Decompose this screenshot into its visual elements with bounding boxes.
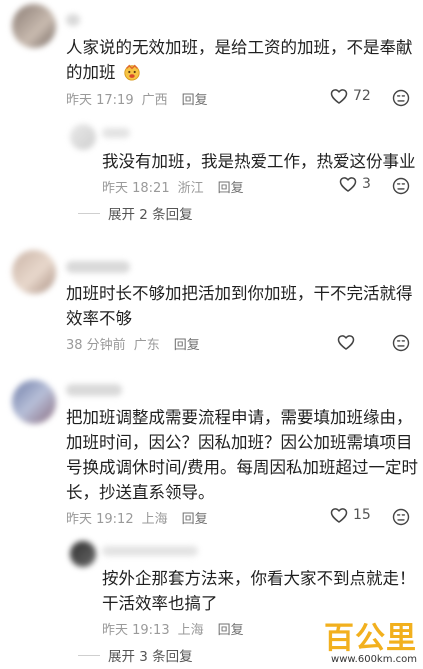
username[interactable] <box>102 128 130 138</box>
heart-icon <box>329 505 349 525</box>
reply-meta: 昨天 19:13 上海 回复 <box>102 619 244 638</box>
username[interactable] <box>66 384 122 396</box>
reply-button[interactable]: 回复 <box>218 177 244 196</box>
reply-meta: 昨天 18:21 浙江 回复 <box>102 177 244 196</box>
comment-text-line: 号换成调休时间/费用。每周因私加班超过一定时 <box>66 458 419 477</box>
like-count: 72 <box>353 88 371 104</box>
location: 上海 <box>141 512 168 527</box>
reply-text-line: 我没有加班，我是热爱工作，热爱这份事业 <box>102 152 416 171</box>
comment-text-line: 长，抄送直系领导。 <box>66 483 215 502</box>
location: 上海 <box>177 623 204 638</box>
expand-replies-button[interactable]: 展开 2 条回复 <box>78 203 193 223</box>
comment-meta: 昨天 17:19 广西 回复 <box>66 89 208 108</box>
location: 广东 <box>133 338 160 353</box>
watermark-logo: 百公里 www.600km.com <box>324 621 417 666</box>
like-count: 3 <box>362 176 371 192</box>
like-button[interactable]: 72 <box>329 86 371 106</box>
reply-button[interactable]: 回复 <box>174 334 200 353</box>
dislike-icon[interactable] <box>391 88 411 108</box>
timestamp: 昨天 19:12 <box>66 512 134 527</box>
avatar[interactable] <box>12 250 56 294</box>
comment-meta: 昨天 19:12 上海 回复 <box>66 508 208 527</box>
avatar[interactable] <box>70 541 96 567</box>
reply-button[interactable]: 回复 <box>182 508 208 527</box>
dislike-icon[interactable] <box>391 333 411 353</box>
timestamp: 昨天 18:21 <box>102 181 170 196</box>
like-button[interactable]: 15 <box>329 505 371 525</box>
comment-text-line: 人家说的无效加班，是给工资的加班，不是奉献 <box>66 38 413 57</box>
timestamp: 昨天 19:13 <box>102 623 170 638</box>
like-count: 15 <box>353 507 371 523</box>
expand-replies-button[interactable]: 展开 3 条回复 <box>78 645 193 665</box>
username[interactable] <box>66 261 130 273</box>
heart-icon <box>336 332 356 352</box>
avatar[interactable] <box>70 124 96 150</box>
comment-text-line: 的加班 <box>66 60 141 88</box>
timestamp: 昨天 17:19 <box>66 93 134 108</box>
location: 浙江 <box>177 181 204 196</box>
like-button[interactable] <box>336 332 356 352</box>
divider-line <box>78 212 100 214</box>
timestamp: 38 分钟前 <box>66 338 126 353</box>
reply-button[interactable]: 回复 <box>182 89 208 108</box>
comment-meta: 38 分钟前 广东 回复 <box>66 334 200 353</box>
username[interactable] <box>66 14 80 26</box>
avatar[interactable] <box>12 380 56 424</box>
reply-text-line: 按外企那套方法来，你看大家不到点就走！ <box>102 569 416 588</box>
comment-text-line: 加班时长不够加把活加到你加班，干不完活就得 <box>66 284 413 303</box>
heart-icon <box>329 86 349 106</box>
avatar[interactable] <box>12 4 56 48</box>
username[interactable] <box>102 546 198 556</box>
watermark-url: www.600km.com <box>331 654 417 665</box>
like-button[interactable]: 3 <box>338 174 371 194</box>
watermark-text: 百公里 <box>324 621 417 656</box>
dislike-icon[interactable] <box>391 176 411 196</box>
location: 广西 <box>141 93 168 108</box>
dislike-icon[interactable] <box>391 507 411 527</box>
divider-line <box>78 654 100 656</box>
comment-text-line: 效率不够 <box>66 309 132 328</box>
comment-text-line: 加班时间，因公？因私加班？因公加班需填项目 <box>66 433 413 452</box>
emoji-icon <box>123 63 141 88</box>
reply-text-line: 干活效率也搞了 <box>102 594 218 613</box>
comment-text-line: 把加班调整成需要流程申请，需要填加班缘由， <box>66 408 413 427</box>
heart-icon <box>338 174 358 194</box>
reply-button[interactable]: 回复 <box>218 619 244 638</box>
